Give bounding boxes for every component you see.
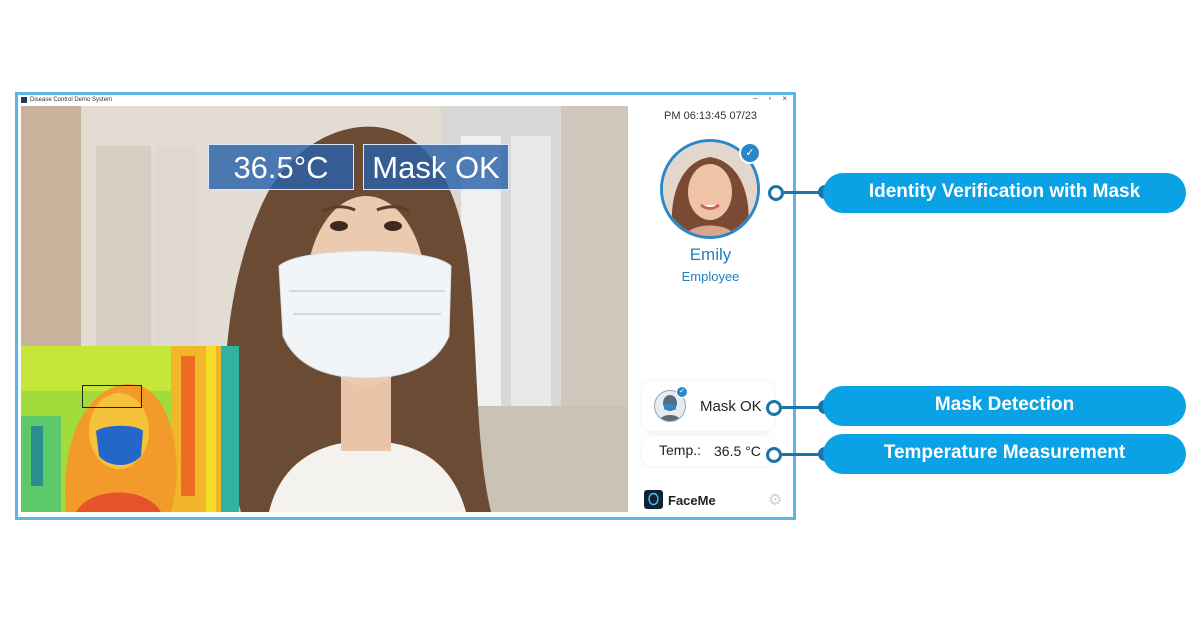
thermal-camera-view <box>21 346 239 512</box>
temperature-label: Temp.: <box>659 442 702 458</box>
temperature-card: Temp.: 36.5 °C <box>642 436 774 466</box>
temperature-value: 36.5 °C <box>714 443 761 459</box>
window-controls: – ▫ × <box>753 94 787 103</box>
user-name: Emily <box>689 245 732 264</box>
app-window: Disease Control Demo System – ▫ × 36.5°C… <box>15 92 796 520</box>
verified-check-icon: ✓ <box>739 142 761 164</box>
app-icon <box>21 97 27 103</box>
thermal-image <box>21 346 239 512</box>
mask-check-icon: ✓ <box>676 386 688 398</box>
overlay-temperature: 36.5°C <box>208 144 354 190</box>
minimize-button[interactable]: – <box>753 94 757 103</box>
mask-status-card: ✓ Mask OK <box>642 381 774 431</box>
overlay-mask-status: Mask OK <box>363 144 509 190</box>
connector-dot-start <box>766 447 782 463</box>
brand-name: FaceMe <box>668 493 716 508</box>
callout-mask-detection: Mask Detection <box>823 386 1186 426</box>
window-title: Disease Control Demo System <box>30 97 113 103</box>
maximize-button[interactable]: ▫ <box>768 94 771 103</box>
camera-feed: 36.5°C Mask OK <box>21 106 628 512</box>
close-button[interactable]: × <box>782 94 787 103</box>
mask-status-label: Mask OK <box>700 398 762 415</box>
thermal-face-box <box>82 385 142 408</box>
callout-temperature-measurement: Temperature Measurement <box>823 434 1186 474</box>
callout-identity-verification: Identity Verification with Mask <box>823 173 1186 213</box>
connector-dot-start <box>766 400 782 416</box>
connector-dot-start <box>768 185 784 201</box>
user-role: Employee <box>681 269 740 284</box>
clock: PM 06:13:45 07/23 <box>664 110 757 122</box>
gear-icon[interactable]: ⚙ <box>768 490 782 510</box>
faceme-logo-icon <box>644 490 663 509</box>
